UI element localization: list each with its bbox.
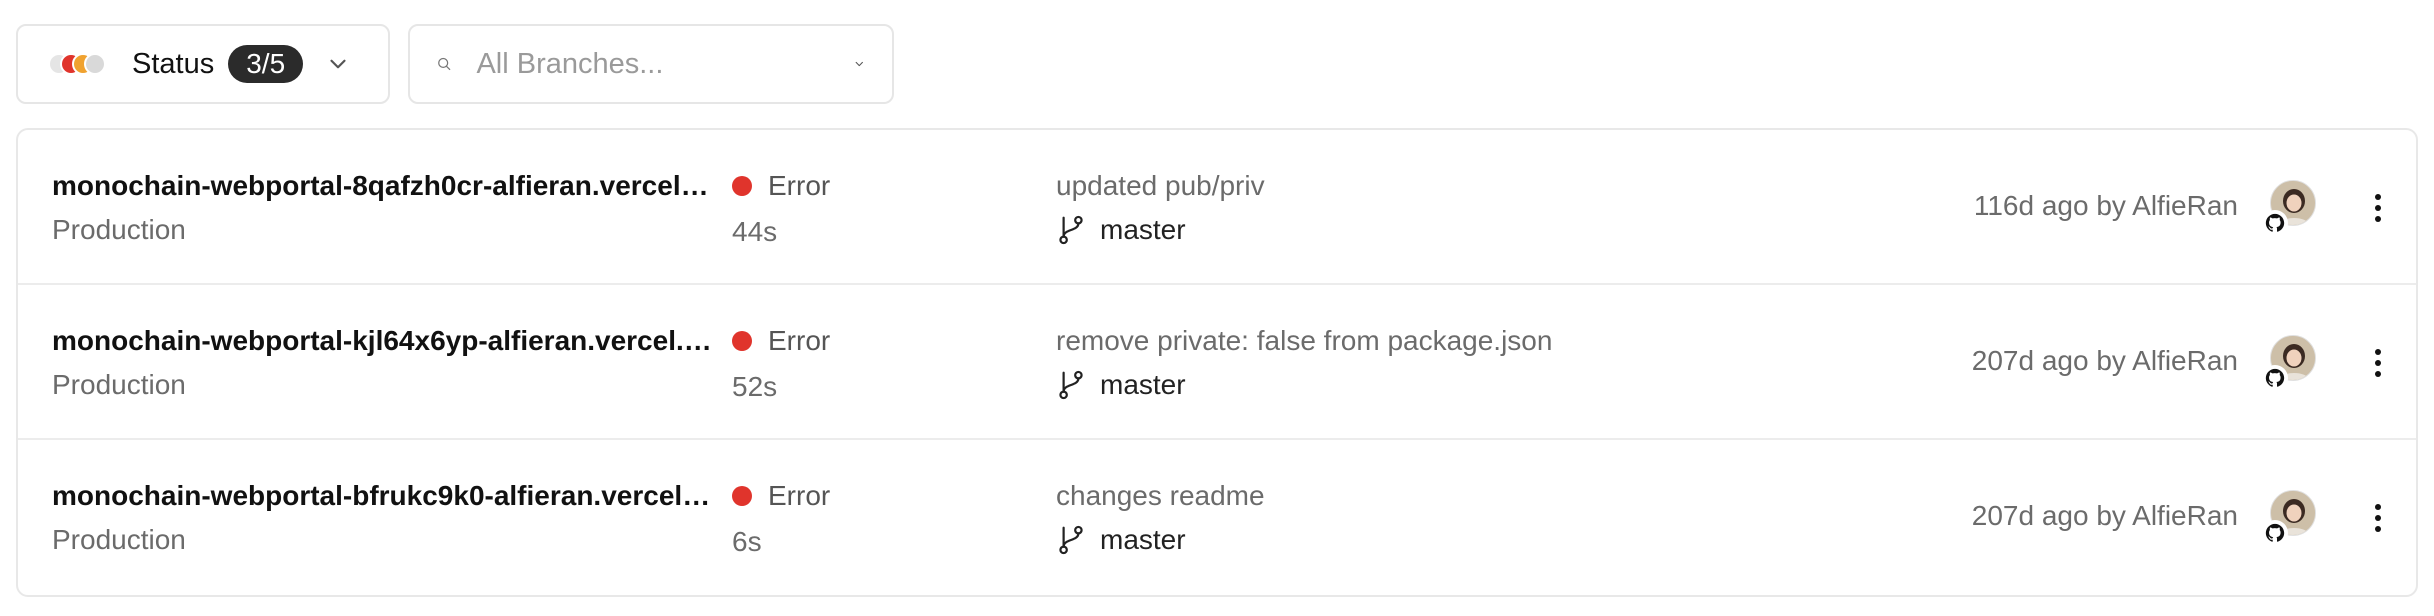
deployment-name[interactable]: monochain-webportal-8qafzh0cr-alfieran.v… — [52, 170, 712, 202]
status-error-dot — [732, 486, 752, 506]
build-duration: 6s — [732, 526, 762, 557]
filter-toolbar: Status 3/5 — [16, 24, 894, 104]
deployment-environment: Production — [52, 524, 186, 555]
deployment-environment: Production — [52, 369, 186, 400]
deployment-row[interactable]: monochain-webportal-8qafzh0cr-alfieran.v… — [18, 130, 2416, 285]
more-options-button[interactable] — [2358, 496, 2398, 540]
git-branch-icon — [1059, 525, 1083, 555]
deployment-status: Error — [732, 325, 830, 357]
deployment-name[interactable]: monochain-webportal-bfrukc9k0-alfieran.v… — [52, 480, 712, 512]
status-dots-icon — [48, 53, 116, 75]
branch-name: master — [1100, 524, 1186, 555]
branch-name: master — [1100, 214, 1186, 245]
branch-link[interactable]: master — [1056, 524, 1186, 556]
status-filter-label: Status — [132, 47, 215, 80]
kebab-dot — [2375, 205, 2381, 211]
github-icon — [2262, 365, 2288, 391]
github-icon — [2262, 520, 2288, 546]
deployment-name[interactable]: monochain-webportal-kjl64x6yp-alfieran.v… — [52, 325, 712, 357]
chevron-down-icon — [330, 59, 346, 69]
kebab-dot — [2375, 504, 2381, 510]
branch-filter-combobox[interactable] — [408, 24, 894, 104]
deployment-environment: Production — [52, 214, 186, 245]
status-count-badge: 3/5 — [228, 45, 304, 83]
search-icon — [438, 57, 451, 71]
branch-link[interactable]: master — [1056, 369, 1186, 401]
status-error-dot — [732, 331, 752, 351]
status-error-dot — [732, 176, 752, 196]
status-text: Error — [768, 325, 831, 356]
build-duration: 44s — [732, 216, 778, 247]
deployment-row[interactable]: monochain-webportal-kjl64x6yp-alfieran.v… — [18, 285, 2416, 440]
chevron-down-icon[interactable] — [853, 51, 866, 77]
deployment-status: Error — [732, 170, 830, 202]
branch-link[interactable]: master — [1056, 214, 1186, 246]
deployment-age-author: 116d ago by AlfieRan — [1973, 190, 2238, 221]
deployment-age-author: 207d ago by AlfieRan — [1971, 345, 2238, 376]
author-avatar[interactable] — [2262, 335, 2316, 395]
kebab-dot — [2375, 216, 2381, 222]
status-filter-dropdown[interactable]: Status 3/5 — [16, 24, 390, 104]
status-text: Error — [768, 170, 831, 201]
author-avatar[interactable] — [2262, 490, 2316, 550]
more-options-button[interactable] — [2358, 341, 2398, 385]
author-avatar[interactable] — [2262, 180, 2316, 240]
deployment-status: Error — [732, 480, 830, 512]
kebab-dot — [2375, 371, 2381, 377]
commit-message[interactable]: remove private: false from package.json — [1056, 325, 1552, 357]
git-branch-icon — [1059, 370, 1083, 400]
kebab-dot — [2375, 515, 2381, 521]
kebab-dot — [2375, 526, 2381, 532]
branch-search-input[interactable] — [476, 47, 854, 81]
kebab-dot — [2375, 194, 2381, 200]
commit-message[interactable]: updated pub/priv — [1056, 170, 1265, 202]
github-icon — [2262, 210, 2288, 236]
deployment-list: monochain-webportal-8qafzh0cr-alfieran.v… — [16, 128, 2418, 597]
git-branch-icon — [1059, 215, 1083, 245]
deployment-row[interactable]: monochain-webportal-bfrukc9k0-alfieran.v… — [18, 440, 2416, 595]
kebab-dot — [2375, 349, 2381, 355]
build-duration: 52s — [732, 371, 778, 402]
branch-name: master — [1100, 369, 1186, 400]
deployment-age-author: 207d ago by AlfieRan — [1971, 500, 2238, 531]
more-options-button[interactable] — [2358, 186, 2398, 230]
commit-message[interactable]: changes readme — [1056, 480, 1265, 512]
status-text: Error — [768, 480, 831, 511]
kebab-dot — [2375, 360, 2381, 366]
